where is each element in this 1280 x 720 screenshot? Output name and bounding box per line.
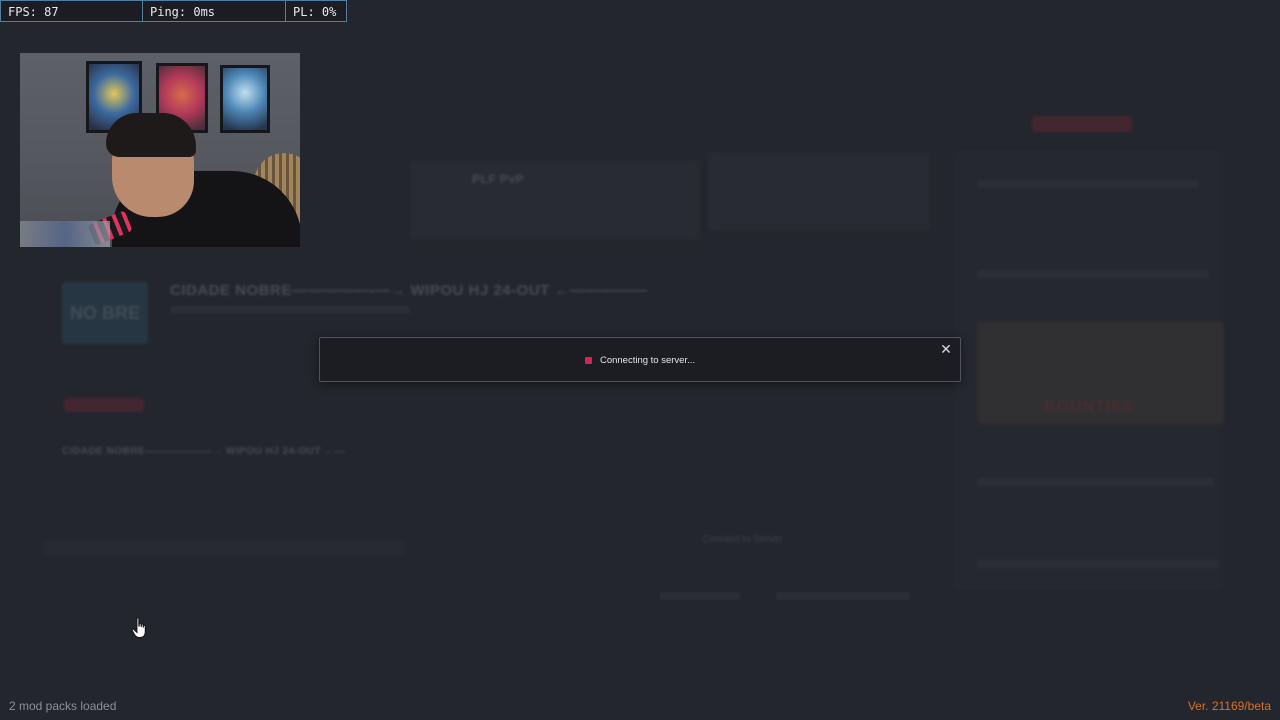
streamer-hair [106, 113, 196, 157]
bg-server-title: CIDADE NOBRE—————-—→ WIPOU HJ 24-OUT ←——… [170, 282, 648, 299]
version-label: Ver. 21169/beta [1187, 699, 1271, 713]
status-indicator-icon [584, 357, 592, 364]
mod-packs-status: 2 mod packs loaded [9, 699, 117, 713]
fps-counter: FPS: 87 [0, 0, 143, 22]
bg-banner-text: BOUNTIES [1044, 398, 1135, 415]
desk-items [20, 221, 110, 247]
connection-status: Connecting to server... [320, 338, 960, 383]
launcher-screen: PLF PvP NO BRE CIDADE NOBRE—————-—→ WIPO… [0, 0, 1280, 720]
bg-gamemode: PLF PvP [472, 172, 525, 186]
connection-status-text: Connecting to server... [599, 355, 696, 366]
close-icon[interactable]: ✕ [940, 342, 952, 356]
bg-server-title-small: CIDADE NOBRE—————-—→ WIPOU HJ 24-OUT ←— [62, 446, 346, 457]
connecting-dialog: Connecting to server... ✕ [319, 337, 961, 382]
performance-stats-bar: FPS: 87 Ping: 0ms PL: 0% [0, 0, 347, 22]
webcam-overlay [20, 53, 300, 247]
bg-server-logo: NO BRE [62, 282, 148, 344]
ping-counter: Ping: 0ms [143, 0, 286, 22]
wall-poster [220, 65, 270, 133]
hand-pointer-icon [131, 617, 146, 638]
bg-list-item: Connect to Server [702, 534, 783, 545]
packet-loss-counter: PL: 0% [286, 0, 347, 22]
